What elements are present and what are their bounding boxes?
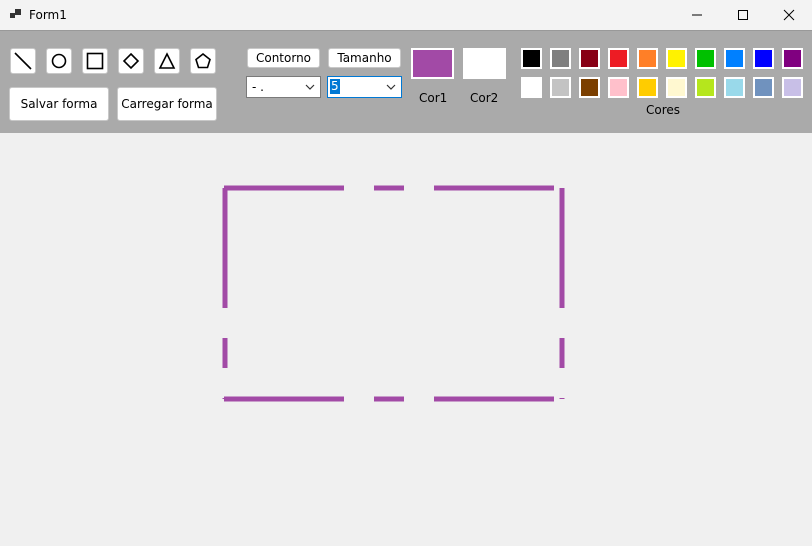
chevron-down-icon <box>305 84 315 90</box>
outline-style-select[interactable]: - . <box>246 76 321 98</box>
square-icon <box>86 52 104 70</box>
palette-swatch[interactable] <box>608 48 629 69</box>
palette-swatch[interactable] <box>637 48 658 69</box>
pentagon-tool-button[interactable] <box>190 48 216 74</box>
chevron-down-icon <box>386 84 396 90</box>
diamond-icon <box>122 52 140 70</box>
palette-swatch[interactable] <box>666 77 687 98</box>
palette-swatch[interactable] <box>521 48 542 69</box>
palette-swatch[interactable] <box>550 48 571 69</box>
palette-swatch[interactable] <box>521 77 542 98</box>
app-icon <box>10 9 21 18</box>
color2-label: Cor2 <box>470 91 499 105</box>
palette-swatch[interactable] <box>579 48 600 69</box>
close-icon <box>783 9 795 21</box>
line-icon <box>14 52 32 70</box>
size-select[interactable]: 5 <box>327 76 402 98</box>
toolbar: Salvar forma Carregar forma Contorno Tam… <box>0 30 812 133</box>
color1-swatch[interactable] <box>411 48 454 79</box>
color1-label: Cor1 <box>419 91 448 105</box>
palette-swatch[interactable] <box>579 77 600 98</box>
diamond-tool-button[interactable] <box>118 48 144 74</box>
line-tool-button[interactable] <box>10 48 36 74</box>
palette-swatch[interactable] <box>782 48 803 69</box>
triangle-tool-button[interactable] <box>154 48 180 74</box>
square-tool-button[interactable] <box>82 48 108 74</box>
load-shape-button[interactable]: Carregar forma <box>117 87 217 121</box>
maximize-button[interactable] <box>720 0 766 30</box>
palette-swatch[interactable] <box>608 77 629 98</box>
outline-style-value: - . <box>252 80 264 94</box>
minimize-icon <box>692 14 702 16</box>
outline-button[interactable]: Contorno <box>247 48 320 68</box>
save-shape-button[interactable]: Salvar forma <box>9 87 109 121</box>
drawing-canvas[interactable] <box>0 133 812 543</box>
maximize-icon <box>738 10 748 20</box>
size-value: 5 <box>330 79 340 94</box>
palette-label: Cores <box>646 103 681 117</box>
palette-swatch[interactable] <box>666 48 687 69</box>
palette-swatch[interactable] <box>782 77 803 98</box>
palette-swatch[interactable] <box>724 77 745 98</box>
palette-swatch[interactable] <box>637 77 658 98</box>
drawn-shape <box>222 185 565 402</box>
palette-swatch[interactable] <box>550 77 571 98</box>
close-button[interactable] <box>766 0 812 30</box>
palette-swatch[interactable] <box>753 77 774 98</box>
palette-swatch[interactable] <box>753 48 774 69</box>
minimize-button[interactable] <box>674 0 720 30</box>
color2-swatch[interactable] <box>463 48 506 79</box>
triangle-icon <box>158 52 176 69</box>
window-title: Form1 <box>29 8 67 22</box>
circle-tool-button[interactable] <box>46 48 72 74</box>
pentagon-icon <box>195 52 211 69</box>
circle-icon <box>51 53 67 69</box>
palette-swatch[interactable] <box>695 48 716 69</box>
palette-swatch[interactable] <box>724 48 745 69</box>
title-bar: Form1 <box>0 0 812 30</box>
palette-swatch[interactable] <box>695 77 716 98</box>
size-button[interactable]: Tamanho <box>328 48 401 68</box>
